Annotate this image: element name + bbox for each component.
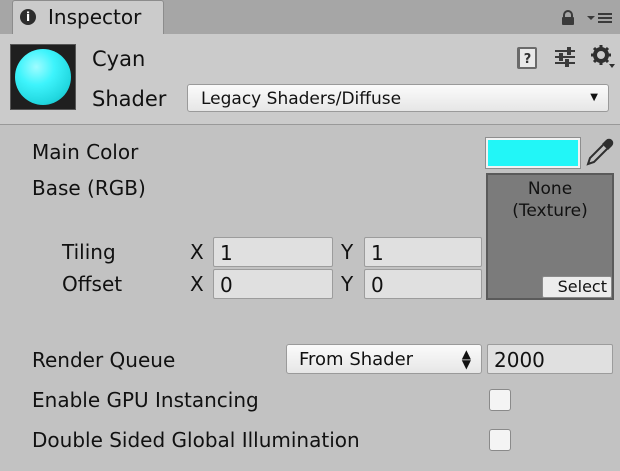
offset-x-label: X [190,272,204,296]
tiling-label: Tiling [62,240,116,264]
gpu-instancing-checkbox[interactable] [489,389,511,411]
offset-y-value: 0 [371,273,384,297]
render-queue-dropdown[interactable]: From Shader ▲ ▼ [286,344,482,374]
stepper-arrows-icon: ▲ ▼ [461,347,471,371]
help-book-icon[interactable]: ? [514,45,540,71]
main-color-label: Main Color [32,140,139,164]
render-queue-value-field[interactable]: 2000 [487,344,613,374]
tiling-y-value: 1 [371,241,384,265]
shader-label: Shader [92,87,167,111]
main-color-swatch[interactable] [485,137,581,169]
preview-sphere [15,49,71,105]
material-preview [10,44,76,110]
texture-text-line1: None [527,179,573,199]
material-name: Cyan [92,47,146,71]
tiling-x-field[interactable]: 1 [213,237,333,267]
offset-y-label: Y [341,272,354,296]
offset-x-field[interactable]: 0 [213,269,333,299]
double-sided-gi-checkbox[interactable] [489,429,511,451]
tab-title: Inspector [48,5,142,29]
tiling-y-label: Y [341,240,354,264]
tiling-y-field[interactable]: 1 [364,237,482,267]
gear-icon[interactable] [590,44,616,70]
gpu-instancing-label: Enable GPU Instancing [32,388,259,412]
info-icon: i [20,9,36,25]
lock-icon[interactable] [560,10,576,26]
render-queue-value: 2000 [494,348,545,372]
preset-sliders-icon[interactable] [553,45,577,69]
svg-text:?: ? [524,52,532,67]
dropdown-arrow-icon: ▼ [590,92,598,103]
texture-select-button[interactable]: Select [542,276,612,298]
render-queue-dropdown-value: From Shader [299,349,414,370]
shader-dropdown-value: Legacy Shaders/Diffuse [201,89,402,109]
offset-y-field[interactable]: 0 [364,269,482,299]
offset-label: Offset [62,272,123,296]
texture-text-line2: (Texture) [512,201,588,221]
double-sided-gi-label: Double Sided Global Illumination [32,428,360,452]
tiling-x-label: X [190,240,204,264]
offset-x-value: 0 [220,273,233,297]
tiling-x-value: 1 [220,241,233,265]
base-rgb-label: Base (RGB) [32,176,146,200]
texture-none-text: None (Texture) [486,178,614,222]
tab-menu-icon[interactable] [585,10,613,26]
shader-dropdown[interactable]: Legacy Shaders/Diffuse ▼ [187,84,609,112]
render-queue-label: Render Queue [32,348,176,372]
eyedropper-icon[interactable] [584,136,616,168]
